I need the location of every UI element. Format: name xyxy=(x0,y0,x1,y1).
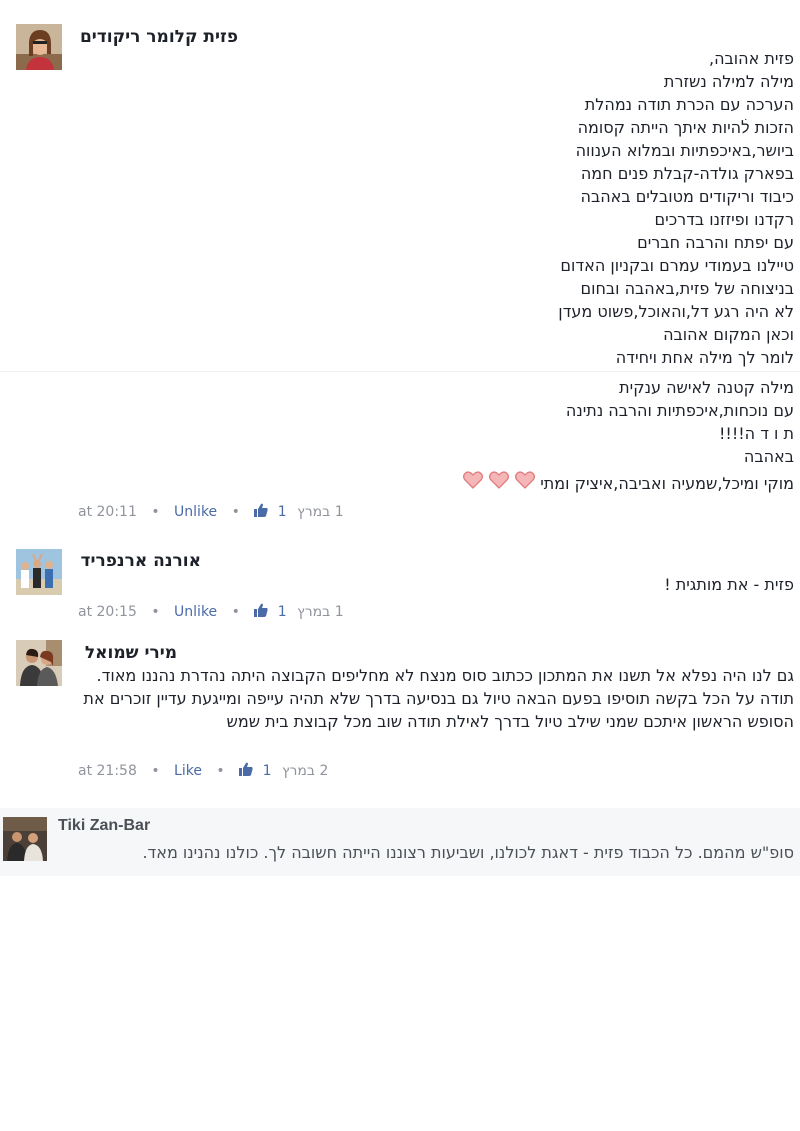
heart-emoji-icon xyxy=(457,471,484,496)
comment-meta: at 20:11 • Unlike • 1 1 במרץ xyxy=(78,503,344,521)
comment-line: ביושר,באיכפתיות ובמלוא הענווה xyxy=(575,141,794,160)
comment-author-name[interactable]: פזית קלומר ריקודים xyxy=(80,27,238,47)
comment-line: לא היה רגע דל,והאוכל,פשוט מעדן xyxy=(558,302,794,321)
comment-line: עם נוכחות,איכפתיות והרבה נתינה xyxy=(565,401,794,420)
comment-date: 1 במרץ xyxy=(297,604,344,620)
comment-line: הערכה עם הכרת תודה נמהלת xyxy=(584,95,794,114)
profile-photo-woman-icon[interactable] xyxy=(16,24,62,70)
like-count[interactable]: 1 xyxy=(278,604,287,620)
comment-line: באהבה xyxy=(743,447,794,466)
comment-line: מילה למילה נשזרת xyxy=(663,72,794,91)
comment-line: לומר לך מילה אחת ויחידה xyxy=(615,348,794,367)
separator-dot: • xyxy=(231,604,240,620)
comment-line: עם יפתח והרבה חברים xyxy=(637,233,794,252)
comment-author-name[interactable]: מירי שמואל xyxy=(85,643,177,663)
like-count[interactable]: 1 xyxy=(263,763,272,779)
comment-meta: at 21:58 • Like • 1 2 במרץ xyxy=(78,762,328,780)
profile-photo-couple-icon[interactable] xyxy=(16,640,62,686)
separator-dot: • xyxy=(151,604,160,620)
separator-dot: • xyxy=(151,763,160,779)
like-button[interactable]: Like xyxy=(174,763,202,779)
separator-dot: • xyxy=(216,763,225,779)
comment-date: 2 במרץ xyxy=(281,763,329,779)
comment-text: פזית - את מותגית ! xyxy=(664,575,794,594)
comment-timestamp[interactable]: at 20:11 xyxy=(78,504,137,520)
comment-timestamp[interactable]: at 21:58 xyxy=(78,763,137,779)
reply-author-name[interactable]: Tiki Zan-Bar xyxy=(58,817,150,835)
comment-line: בניצוחה של פזית,באהבה ובחום xyxy=(580,279,794,298)
comment-line: רקדנו ופיזזנו בדרכים xyxy=(654,210,795,229)
profile-photo-couple-icon[interactable] xyxy=(3,817,47,861)
unlike-button[interactable]: Unlike xyxy=(174,604,217,620)
comment-author-name[interactable]: אורנה ארנפריד xyxy=(81,551,201,571)
profile-photo-group-icon[interactable] xyxy=(16,549,62,595)
comment-text: גם לנו היה נפלא אל תשנו את המתכון ככתוב … xyxy=(83,666,794,731)
unlike-button[interactable]: Unlike xyxy=(174,504,217,520)
separator-dot: • xyxy=(151,504,160,520)
comment-meta: at 20:15 • Unlike • 1 1 במרץ xyxy=(78,603,344,621)
comment-text-continued: מילה קטנה לאישה ענקית עם נוכחות,איכפתיות… xyxy=(566,376,794,468)
comment-line: ת ו ד ה!!!! xyxy=(719,424,794,443)
thumbs-up-icon xyxy=(239,762,258,780)
comment-line: הזכות לׄהיות איתך הייתה קסומה xyxy=(577,118,794,137)
comment-line: כיבוד וריקודים מטובלים באהבה xyxy=(580,187,795,206)
separator-dot: • xyxy=(231,504,240,520)
comment-signature: מוקי ומיכל,שמעיה ואביבה,איציק ומתי xyxy=(457,471,794,496)
comment-text: פזית אהובה, מילה למילה נשזרת הערכה עם הכ… xyxy=(558,47,794,369)
heart-emoji-icon xyxy=(509,471,536,496)
comment-line: וכאן המקום אהובה xyxy=(663,325,794,344)
thumbs-up-icon xyxy=(254,603,273,621)
comments-page: פזית קלומר ריקודים פזית אהובה, מילה למיל… xyxy=(0,0,800,1131)
heart-emoji-icon xyxy=(483,471,510,496)
reply-text: סופ"ש מהמם. כל הכבוד פזית - דאגת לכולנו,… xyxy=(142,843,794,862)
comment-line: מילה קטנה לאישה ענקית xyxy=(619,378,794,397)
comment-line: פזית אהובה, xyxy=(708,49,794,68)
comment-date: 1 במרץ xyxy=(297,504,344,520)
like-count[interactable]: 1 xyxy=(278,504,287,520)
comment-line: טיילנו בעמודי עמרם ובקניון האדום xyxy=(560,256,794,275)
thumbs-up-icon xyxy=(254,503,273,521)
divider xyxy=(0,371,800,372)
signature-text: מוקי ומיכל,שמעיה ואביבה,איציק ומתי xyxy=(540,473,794,493)
comment-line: בפארק גולדה-קבלת פנים חמה xyxy=(580,164,794,183)
comment-timestamp[interactable]: at 20:15 xyxy=(78,604,137,620)
